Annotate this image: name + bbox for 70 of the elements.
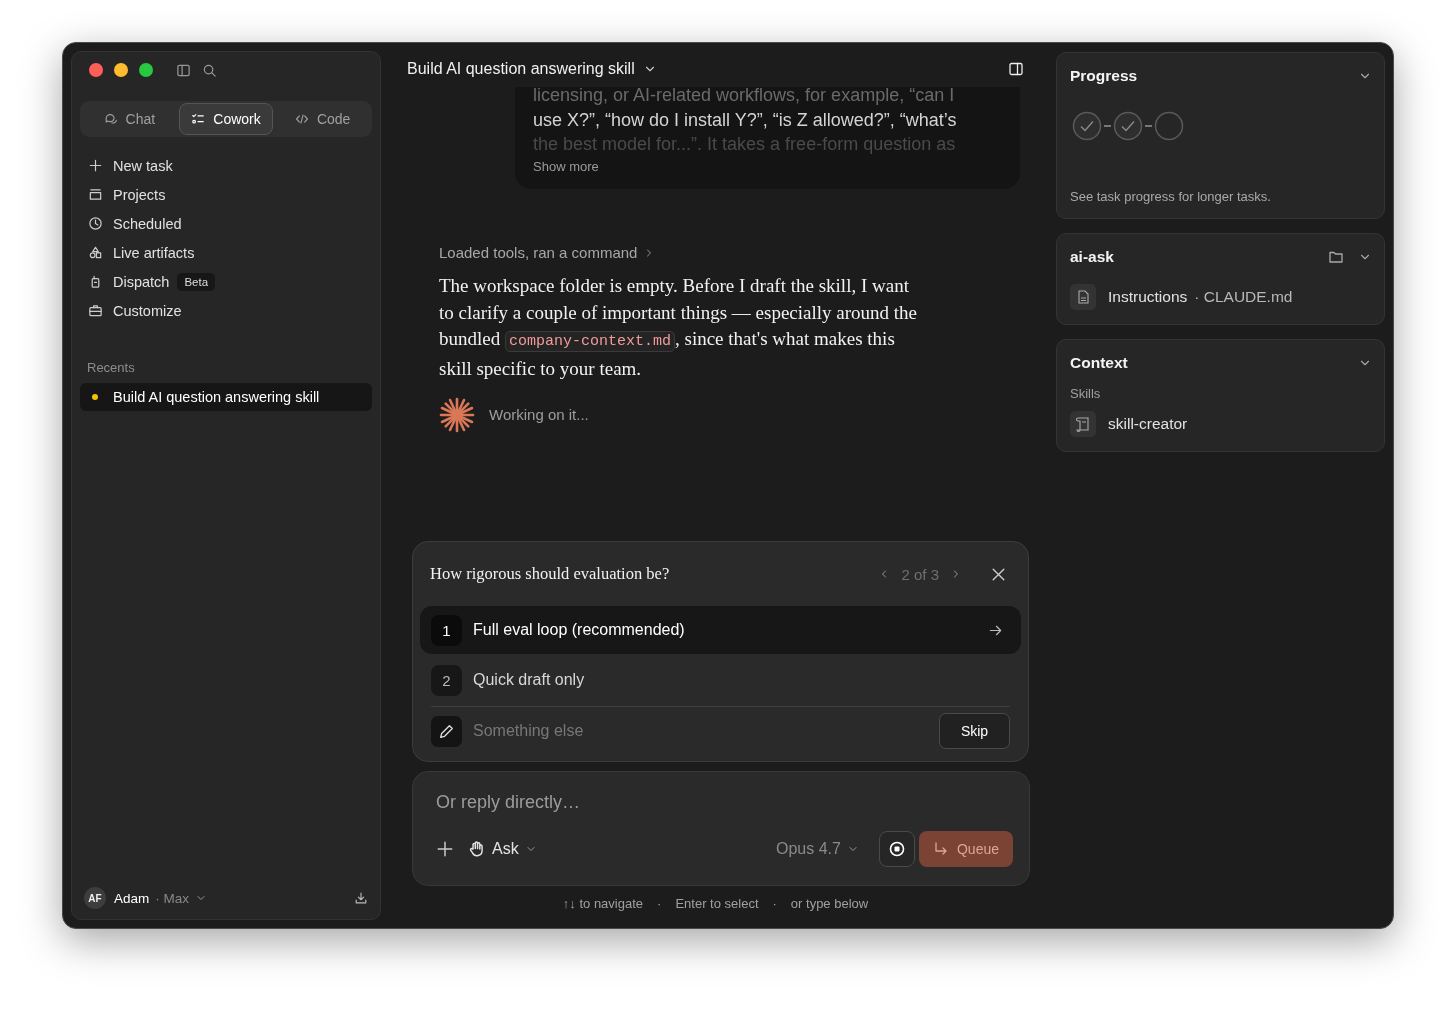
page-counter: 2 of 3 (901, 565, 939, 583)
folder-icon[interactable] (1328, 249, 1344, 265)
panel-title: Progress (1070, 67, 1138, 85)
briefcase-icon (88, 303, 103, 318)
pencil-icon (431, 715, 462, 747)
progress-note: See task progress for longer tasks. (1070, 189, 1272, 204)
file-name[interactable]: Instructions (1108, 288, 1188, 306)
section-label: Skills (1070, 386, 1102, 401)
keyboard-hint: · (772, 895, 777, 911)
prompt-text: licensing, or AI-related workflows, for example, “can I (533, 84, 956, 107)
keyboard-hint: · (657, 895, 662, 911)
download-icon[interactable] (354, 891, 368, 905)
user-avatar[interactable]: AF (84, 887, 106, 909)
question-title: How rigorous should evaluation be? (430, 564, 670, 584)
code-icon (294, 112, 309, 126)
close-button[interactable] (89, 63, 103, 77)
return-arrow-icon (932, 841, 949, 857)
minimize-button[interactable] (114, 63, 128, 77)
mode-tab[interactable]: Cowork (178, 103, 274, 135)
section-label: Recents (86, 360, 136, 375)
sidebar-toggle-icon[interactable] (176, 62, 191, 78)
skill-name[interactable]: skill-creator (1108, 415, 1188, 433)
queue-button[interactable]: Queue (918, 831, 1013, 867)
scroll-icon (1070, 411, 1096, 437)
prompt-text: use X?”, “how do I install Y?”, “is Z allowed?”, “what’s (533, 108, 958, 132)
show-more-link[interactable]: Show more (533, 158, 599, 174)
document-icon (1070, 284, 1096, 310)
skip-button[interactable]: Skip (939, 713, 1010, 749)
starburst-icon (439, 396, 475, 433)
beta-badge: Beta (177, 272, 216, 291)
user-name[interactable]: Adam (114, 890, 150, 906)
keyboard-hint: ↑↓ to navigate (562, 895, 644, 911)
keyboard-hint: Enter to select (675, 895, 759, 911)
panel-title: Context (1070, 354, 1128, 372)
other-answer-field[interactable]: Something else (473, 722, 928, 740)
mode-tab[interactable]: Chat (82, 103, 177, 135)
stop-icon (888, 841, 905, 857)
tool-summary-link[interactable]: Loaded tools, ran a command (439, 244, 638, 261)
mode-tab[interactable]: Code (275, 103, 370, 135)
task-title[interactable]: Build AI question answering skill (407, 60, 635, 78)
chat-bubbles-icon (103, 112, 118, 126)
hand-icon (468, 840, 486, 858)
stop-button[interactable] (878, 831, 915, 867)
shapes-icon (88, 245, 103, 260)
nav-item[interactable]: Dispatch (80, 273, 170, 290)
reply-field[interactable]: Or reply directly… (436, 792, 1013, 813)
answer-option[interactable]: 1 Full eval loop (recommended) (420, 606, 1021, 654)
mode-dropdown[interactable]: Ask (468, 840, 537, 858)
nav-item[interactable]: Projects (80, 186, 166, 203)
checklist-icon (191, 112, 206, 126)
search-icon[interactable] (202, 62, 217, 78)
zoom-button[interactable] (139, 63, 153, 77)
recent-task-item[interactable]: Build AI question answering skill (80, 383, 372, 411)
clock-icon (88, 216, 103, 231)
message-text: The workspace folder is empty. Before I draft the skill, I want to clarify a couple of important things — especially around the bundled company-context.md , since that's what makes this skill specific to your team. (439, 274, 919, 382)
status-text: Working on it... (489, 406, 589, 424)
plus-icon[interactable] (436, 840, 454, 858)
plus-icon (88, 158, 103, 173)
panel-title: ai-ask (1070, 248, 1114, 266)
file-detail: · CLAUDE.md (1194, 288, 1293, 306)
nav-item[interactable]: Scheduled (80, 215, 182, 232)
answer-option[interactable]: 2 Quick draft only (420, 656, 1021, 704)
model-dropdown[interactable]: Opus 4.7 (776, 840, 859, 858)
tray-icon (88, 187, 103, 202)
nav-item[interactable]: Live artifacts (80, 244, 195, 261)
keyboard-hint: or type below (790, 895, 869, 911)
nav-item[interactable]: Customize (80, 302, 182, 319)
plan-label: · Max (155, 890, 190, 906)
nav-item[interactable]: New task (80, 157, 173, 174)
panel-toggle-icon[interactable] (1008, 61, 1024, 77)
